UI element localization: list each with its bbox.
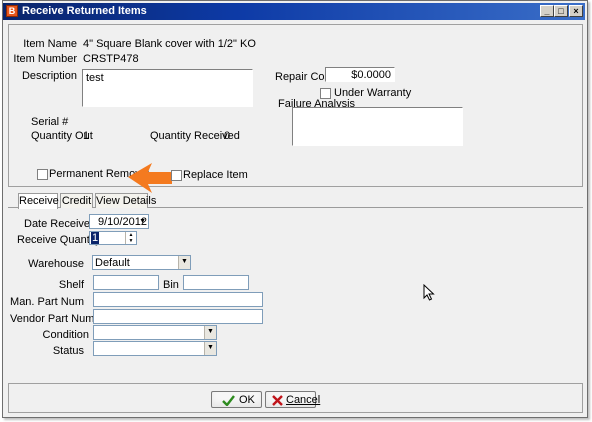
serial-label: Serial # (31, 116, 69, 128)
app-icon: B (6, 5, 18, 17)
close-button[interactable]: × (569, 5, 583, 17)
tab-view-details[interactable]: View Details (95, 193, 156, 208)
warehouse-label: Warehouse (28, 258, 84, 270)
shelf-input[interactable] (93, 275, 159, 290)
mouse-pointer-icon (423, 284, 435, 301)
ok-label: OK (239, 394, 255, 406)
bin-label: Bin (163, 279, 179, 291)
ok-button[interactable]: OK (211, 391, 262, 408)
receive-quantity-stepper[interactable]: 1 ▲ ▼ (89, 231, 137, 245)
replace-item-label: Replace Item (183, 169, 248, 181)
chevron-down-icon[interactable]: ▼ (139, 215, 146, 228)
man-part-num-input[interactable] (93, 292, 263, 307)
vendor-part-num-input[interactable] (93, 309, 263, 324)
condition-select[interactable]: ▼ (93, 325, 217, 340)
cancel-button[interactable]: Cancel (265, 391, 320, 408)
tab-receive[interactable]: Receive (18, 193, 59, 209)
item-name-label: Item Name (23, 38, 77, 50)
warehouse-select[interactable]: Default ▼ (92, 255, 191, 270)
item-number-label: Item Number (13, 53, 77, 65)
title-bar[interactable]: B Receive Returned Items _ □ × (3, 3, 585, 20)
tab-credit[interactable]: Credit (60, 193, 93, 208)
spin-down-icon[interactable]: ▼ (125, 238, 136, 244)
orange-arrow-icon (128, 163, 172, 193)
chevron-down-icon[interactable]: ▼ (204, 326, 216, 339)
checkmark-icon (222, 395, 235, 406)
man-part-num-label: Man. Part Num (10, 296, 84, 308)
chevron-down-icon[interactable]: ▼ (178, 256, 190, 269)
item-name-value: 4" Square Blank cover with 1/2" KO (83, 38, 256, 50)
maximize-button[interactable]: □ (554, 5, 568, 17)
warehouse-value: Default (95, 257, 130, 269)
shelf-label: Shelf (58, 279, 84, 291)
failure-analysis-field[interactable] (292, 107, 463, 146)
replace-item-checkbox[interactable] (171, 170, 182, 181)
date-received-label: Date Received (24, 218, 97, 230)
status-label: Status (52, 345, 84, 357)
quantity-received-value: 0 (224, 130, 231, 142)
item-number-value: CRSTP478 (83, 53, 139, 65)
quantity-out-value: 1 (83, 130, 90, 142)
condition-label: Condition (42, 329, 89, 341)
vendor-part-num-label: Vendor Part Num (10, 313, 95, 325)
description-label: Description (21, 70, 77, 82)
description-text: test (86, 72, 104, 84)
chevron-down-icon[interactable]: ▼ (204, 342, 216, 355)
description-field[interactable]: test (82, 69, 253, 107)
status-select[interactable]: ▼ (93, 341, 217, 356)
date-received-picker[interactable]: 9/10/2012 ▼ (89, 214, 149, 229)
bin-input[interactable] (183, 275, 249, 290)
receive-quantity-value: 1 (91, 232, 100, 244)
repair-cost-input[interactable]: $0.0000 (325, 67, 395, 82)
permanent-removal-checkbox[interactable] (37, 169, 48, 180)
repair-cost-value: $0.0000 (351, 69, 391, 81)
minimize-button[interactable]: _ (540, 5, 554, 17)
window-title: Receive Returned Items (22, 5, 147, 17)
x-icon (272, 395, 283, 406)
cancel-label: Cancel (286, 394, 321, 406)
